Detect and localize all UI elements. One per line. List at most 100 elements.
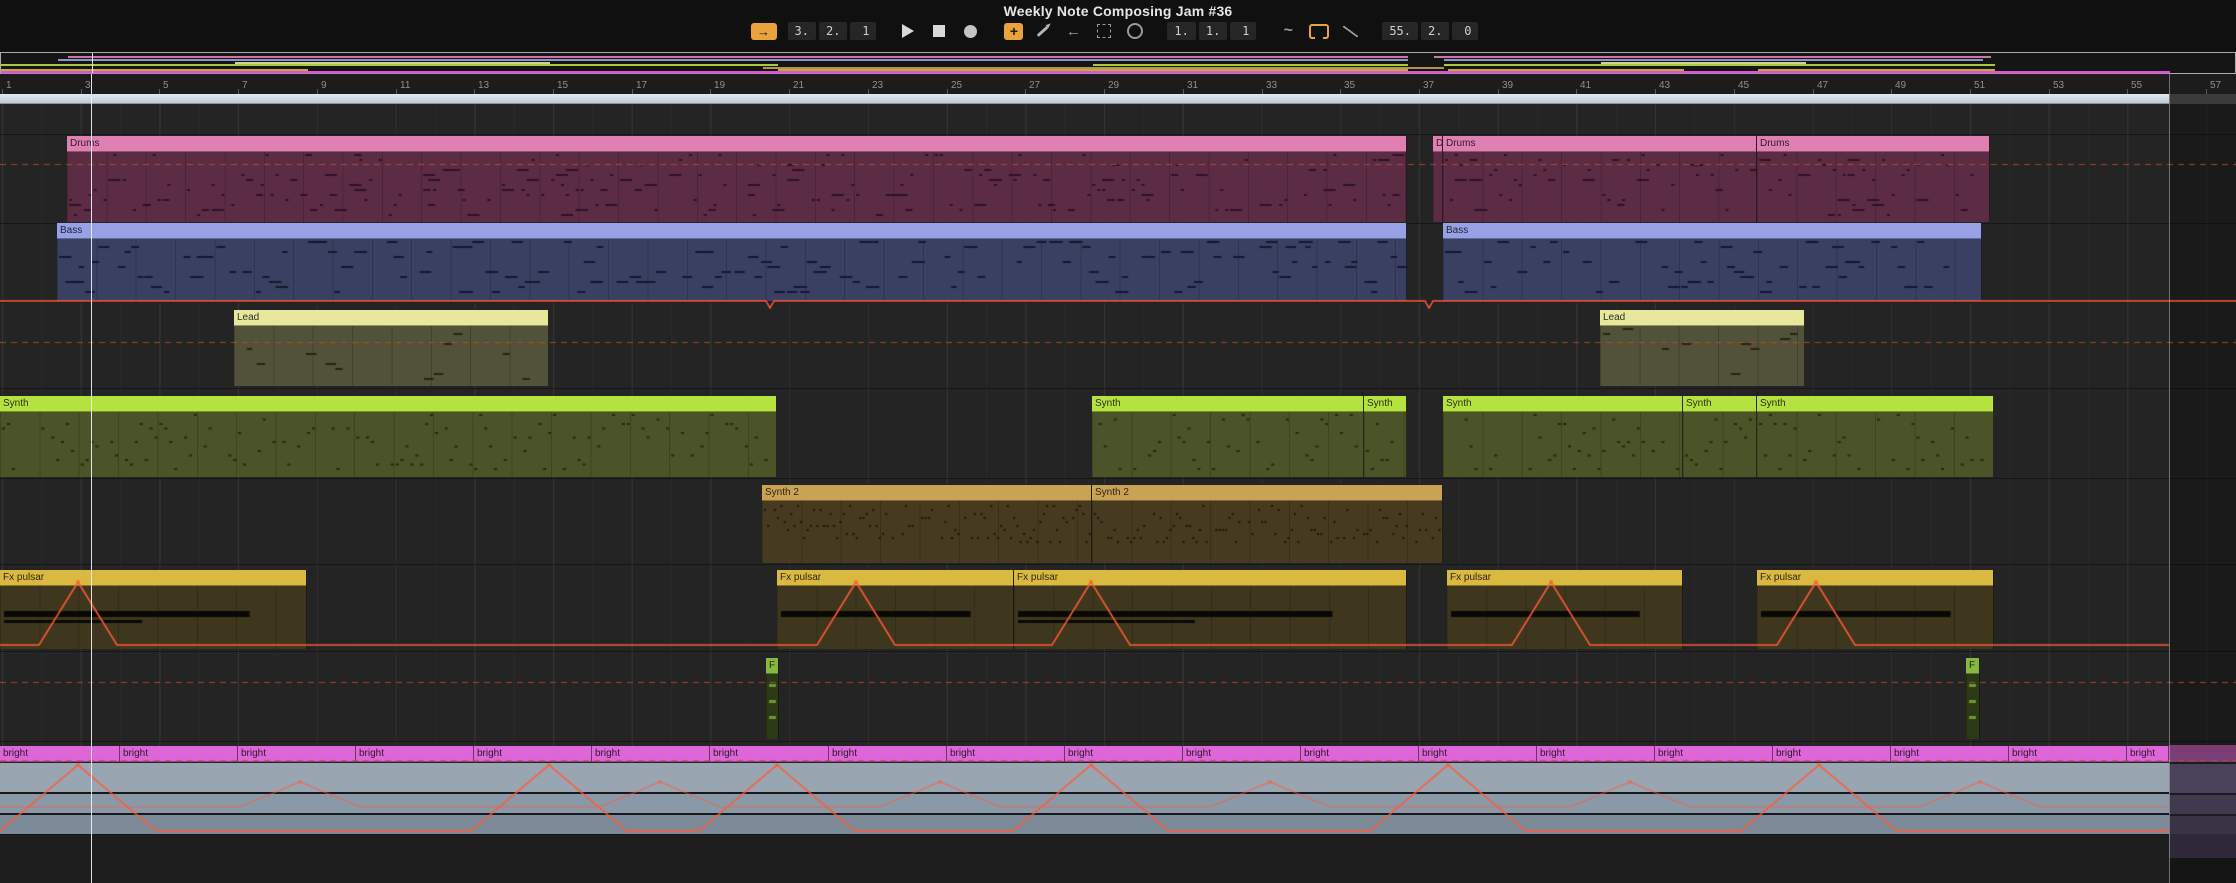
- clip-bright[interactable]: bright: [120, 746, 238, 762]
- clip-synth[interactable]: Synth: [1443, 396, 1683, 477]
- loop-length-bars[interactable]: 55.: [1382, 22, 1419, 40]
- loop-start-sixteenths[interactable]: 1: [1230, 22, 1257, 40]
- loop-button[interactable]: [1307, 22, 1331, 40]
- bright-clip-content[interactable]: [0, 763, 2169, 834]
- position-beats[interactable]: 2.: [818, 22, 848, 40]
- back-to-arrangement-button[interactable]: ←: [1061, 22, 1085, 40]
- arrangement-overview[interactable]: [0, 52, 2236, 74]
- arrangement-end-marker[interactable]: [2169, 74, 2170, 883]
- ruler-bar-number: 23: [872, 80, 884, 91]
- loop-length-sixteenths[interactable]: 0: [1452, 22, 1479, 40]
- clip-synth[interactable]: Synth: [0, 396, 777, 477]
- clip-bright[interactable]: bright: [238, 746, 356, 762]
- clip-f[interactable]: F: [766, 658, 779, 739]
- loop-length-beats[interactable]: 2.: [1421, 22, 1450, 40]
- clip-label: Bass: [60, 225, 83, 236]
- clip-title-bar: Synth 2: [1092, 485, 1442, 501]
- clip-bright[interactable]: bright: [947, 746, 1065, 762]
- clip-notes-area: [1966, 674, 1979, 739]
- clip-bright[interactable]: bright: [1773, 746, 1891, 762]
- arrangement-position-display[interactable]: 3. 2. 1: [787, 22, 877, 40]
- clip-synth[interactable]: Synth: [1364, 396, 1407, 477]
- ruler-bar-number: 25: [951, 80, 963, 91]
- beat-time-ruler[interactable]: 1 3 5 7 9 11 13 15 17 19 21 23 25 27 29 31 33 35 37 39 41 43 4…: [0, 74, 2236, 95]
- follow-button[interactable]: →: [750, 22, 777, 40]
- clip-title-bar: F: [1966, 658, 1979, 674]
- clip-fx-pulsar[interactable]: Fx pulsar: [1447, 570, 1683, 649]
- clip-bright[interactable]: bright: [1655, 746, 1773, 762]
- record-button[interactable]: [958, 22, 982, 40]
- clip-bright[interactable]: bright: [474, 746, 592, 762]
- play-button[interactable]: [896, 22, 920, 40]
- ramp-icon: [1342, 25, 1358, 37]
- position-sixteenths[interactable]: 1: [850, 22, 877, 40]
- clip-fx-pulsar[interactable]: Fx pulsar: [1757, 570, 1994, 649]
- overview-mini-clip: [1684, 64, 1758, 66]
- clip-fx-pulsar[interactable]: Fx pulsar: [0, 570, 307, 649]
- clip-bright[interactable]: bright: [710, 746, 829, 762]
- punch-switch-button[interactable]: ~: [1276, 22, 1300, 40]
- clip-synth-2[interactable]: Synth 2: [762, 485, 1092, 563]
- clip-title-bar: Fx pulsar: [0, 570, 306, 586]
- loop-start-beats[interactable]: 1.: [1198, 22, 1228, 40]
- clip-fx-pulsar[interactable]: Fx pulsar: [1014, 570, 1407, 649]
- clip-drums[interactable]: Drums: [67, 136, 1407, 222]
- clip-fx-pulsar[interactable]: Fx pulsar: [777, 570, 1014, 649]
- track-separator: [0, 564, 2236, 565]
- clip-bright[interactable]: bright: [829, 746, 947, 762]
- clip-drums[interactable]: Drums: [1443, 136, 1757, 222]
- ruler-bar-number: 33: [1266, 80, 1278, 91]
- clip-label: bright: [1186, 748, 1212, 759]
- clip-d[interactable]: D: [1433, 136, 1443, 222]
- clip-bass[interactable]: Bass: [57, 223, 1407, 301]
- clip-bright[interactable]: bright: [0, 746, 120, 762]
- loop-brace[interactable]: [0, 94, 2169, 104]
- clip-label: bright: [1540, 748, 1566, 759]
- clip-bright[interactable]: bright: [1065, 746, 1183, 762]
- clip-title-bar: F: [766, 658, 778, 674]
- clip-synth[interactable]: Synth: [1092, 396, 1364, 477]
- clip-label: bright: [241, 748, 267, 759]
- clip-bright[interactable]: bright: [1183, 746, 1301, 762]
- clip-bright[interactable]: bright: [592, 746, 710, 762]
- clip-f[interactable]: F: [1966, 658, 1980, 739]
- overdub-button[interactable]: +: [1004, 22, 1024, 40]
- capture-midi-button[interactable]: [1123, 22, 1147, 40]
- clip-label: Drums: [1446, 138, 1476, 149]
- position-bars[interactable]: 3.: [787, 22, 816, 40]
- clip-notes-area: [1014, 586, 1406, 649]
- punch-in-button[interactable]: [1092, 22, 1116, 40]
- loop-start-display[interactable]: 1. 1. 1: [1167, 22, 1257, 40]
- clip-bass[interactable]: Bass: [1443, 223, 1982, 301]
- clip-label: Fx pulsar: [1760, 572, 1802, 583]
- arrangement-area[interactable]: Drums D Drums Drums Bass Bass Lead Lead Synth Syn…: [0, 104, 2236, 883]
- bright-clip-content-band: [0, 815, 2169, 834]
- track-separator: [0, 741, 2236, 742]
- clip-lead[interactable]: Lead: [1600, 310, 1805, 386]
- ruler-bar-number: 19: [714, 80, 726, 91]
- draw-mode-button[interactable]: [1030, 22, 1054, 40]
- clip-bright[interactable]: bright: [356, 746, 474, 762]
- clip-bright[interactable]: bright: [1301, 746, 1419, 762]
- clip-notes-area: [762, 501, 1091, 563]
- clip-label: bright: [359, 748, 385, 759]
- clip-bright[interactable]: bright: [1537, 746, 1655, 762]
- clip-drums[interactable]: Drums: [1757, 136, 1990, 222]
- playhead[interactable]: [91, 74, 92, 883]
- stop-button[interactable]: [927, 22, 951, 40]
- clip-synth[interactable]: Synth: [1757, 396, 1994, 477]
- clip-bright[interactable]: bright: [1891, 746, 2009, 762]
- fade-ramp-button[interactable]: [1338, 22, 1362, 40]
- clip-label: Synth: [1760, 398, 1786, 409]
- loop-length-display[interactable]: 55. 2. 0: [1382, 22, 1479, 40]
- clip-bright[interactable]: bright: [2009, 746, 2127, 762]
- loop-start-bars[interactable]: 1.: [1167, 22, 1196, 40]
- set-title: Weekly Note Composing Jam #36: [1003, 3, 1233, 19]
- loop-brace-rest: [2169, 94, 2236, 104]
- clip-bright[interactable]: bright: [1419, 746, 1537, 762]
- clip-synth[interactable]: Synth: [1683, 396, 1757, 477]
- ruler-bar-number: 17: [636, 80, 648, 91]
- clip-synth-2[interactable]: Synth 2: [1092, 485, 1443, 563]
- clip-bright[interactable]: bright: [2127, 746, 2169, 762]
- clip-lead[interactable]: Lead: [234, 310, 549, 386]
